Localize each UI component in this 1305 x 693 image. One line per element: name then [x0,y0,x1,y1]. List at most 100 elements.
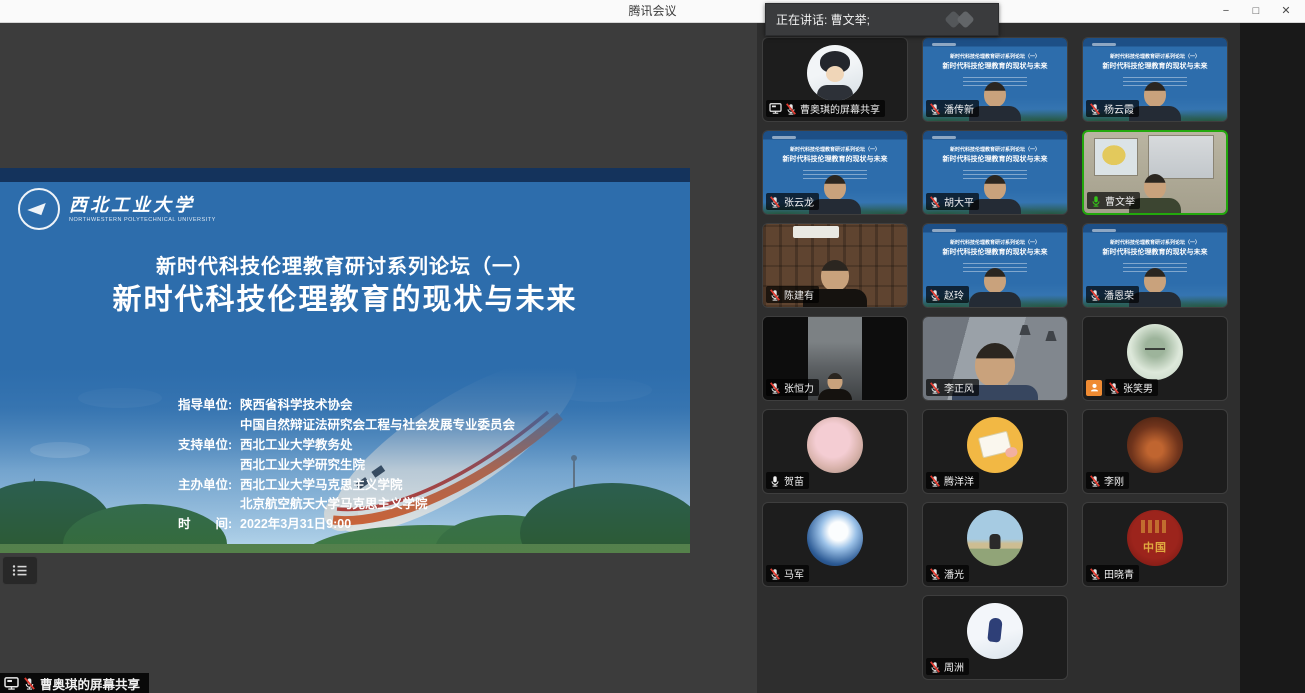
slide-info: 指导单位:陕西省科学技术协会中国自然辩证法研究会工程与社会发展专业委员会支持单位… [178,394,515,533]
participant-tile[interactable]: 张笑男 [1082,316,1228,401]
slide-top-band [0,168,690,182]
name-label: 张云龙 [766,193,819,210]
annotation-list-button[interactable] [2,556,38,585]
participant-name: 潘恩荣 [1104,287,1134,302]
name-label: 潘光 [926,565,969,582]
participant-name: 曹奥琪的屏幕共享 [800,101,880,116]
screen-share-icon [769,103,782,114]
slide-info-line: 中国自然辩证法研究会工程与社会发展专业委员会 [178,414,515,434]
participant-tile[interactable]: 曹奥琪的屏幕共享 [762,37,908,122]
participant-tile[interactable]: 陈建有 [762,223,908,308]
air-conditioner [793,226,839,238]
name-label: 杨云霞 [1086,100,1139,117]
name-label: 赵玲 [926,286,969,303]
window-title: 腾讯会议 [0,0,1305,22]
participant-tile[interactable]: 腾洋洋 [922,409,1068,494]
participant-tile[interactable]: 马军 [762,502,908,587]
name-label: 贺苗 [766,472,809,489]
participant-tile[interactable]: 新时代科技伦理教育研讨系列论坛（一）新时代科技伦理教育的现状与未来胡大平 [922,130,1068,215]
avatar [807,510,863,566]
participant-name: 潘光 [944,566,964,581]
avatar [807,45,863,101]
participant-name: 胡大平 [944,194,974,209]
meeting-logo-icon [940,10,986,30]
mic-muted-icon [929,196,941,208]
mic-muted-icon [23,677,36,690]
participant-tile[interactable]: 贺苗 [762,409,908,494]
mic-muted-icon [1089,289,1101,301]
tencent-meeting-window: { "window": { "title": "腾讯会议", "controls… [0,0,1305,693]
avatar [1127,324,1183,380]
participant-name: 贺苗 [784,473,804,488]
name-label: 田晓青 [1086,565,1139,582]
university-name-cn: 西北工业大学 [69,195,216,215]
mic-muted-icon [929,103,941,115]
slide-info-line: 时 间:2022年3月31日9:00 [178,513,515,533]
participant-tile[interactable]: 新时代科技伦理教育研讨系列论坛（一）新时代科技伦理教育的现状与未来潘恩荣 [1082,223,1228,308]
name-label: 曹奥琪的屏幕共享 [766,100,885,117]
participant-tile[interactable]: 新时代科技伦理教育研讨系列论坛（一）新时代科技伦理教育的现状与未来潘传新 [922,37,1068,122]
mic-on-icon [769,475,781,487]
participant-name: 潘传新 [944,101,974,116]
screen-share-status-label: 曹奥琪的屏幕共享 [0,673,149,693]
mic-muted-icon [929,661,941,673]
name-label: 马军 [766,565,809,582]
participant-name: 马军 [784,566,804,581]
mic-muted-icon [1089,568,1101,580]
participant-name: 李正风 [944,380,974,395]
participant-name: 腾洋洋 [944,473,974,488]
participant-name: 田晓青 [1104,566,1134,581]
participant-name: 张云龙 [784,194,814,209]
participant-name: 杨云霞 [1104,101,1134,116]
university-emblem-icon [18,188,60,230]
participant-name: 陈建有 [784,287,814,302]
participant-tile[interactable]: 李正风 [922,316,1068,401]
participant-tile[interactable]: 周洲 [922,595,1068,680]
name-label: 潘恩荣 [1086,286,1139,303]
participant-tile[interactable]: 新时代科技伦理教育研讨系列论坛（一）新时代科技伦理教育的现状与未来杨云霞 [1082,37,1228,122]
panel-dark-strip [1240,22,1305,693]
speaking-banner: 正在讲话: 曹文举; [765,3,999,36]
name-label: 李正风 [926,379,979,396]
avatar [967,510,1023,566]
university-logo: 西北工业大学 NORTHWESTERN POLYTECHNICAL UNIVER… [18,188,216,230]
participant-name: 周洲 [944,659,964,674]
participant-tile[interactable]: 新时代科技伦理教育研讨系列论坛（一）新时代科技伦理教育的现状与未来赵玲 [922,223,1068,308]
mic-on-icon [1090,195,1102,207]
name-label: 张恒力 [766,379,819,396]
close-button[interactable]: ✕ [1271,0,1301,22]
avatar: 中国 [1127,510,1183,566]
participant-name: 李刚 [1104,473,1124,488]
maximize-button[interactable]: □ [1241,0,1271,22]
participant-tile[interactable]: 曹文举 [1082,130,1228,215]
mic-muted-icon [769,196,781,208]
name-label: 周洲 [926,658,969,675]
presentation-slide: 西北工业大学 NORTHWESTERN POLYTECHNICAL UNIVER… [0,168,690,553]
participant-tile[interactable]: 张恒力 [762,316,908,401]
name-label: 曹文举 [1087,192,1140,209]
participant-panel: 曹奥琪的屏幕共享新时代科技伦理教育研讨系列论坛（一）新时代科技伦理教育的现状与未… [757,22,1305,693]
participant-name: 赵玲 [944,287,964,302]
mic-muted-icon [785,103,797,115]
slide-info-line: 西北工业大学研究生院 [178,453,515,473]
screen-share-icon [4,677,19,690]
person-badge [1086,380,1102,396]
minimize-button[interactable]: − [1211,0,1241,22]
world-map [1148,135,1214,179]
name-label: 陈建有 [766,286,819,303]
participant-name: 曹文举 [1105,193,1135,208]
avatar [807,417,863,473]
participant-tile[interactable]: 中国田晓青 [1082,502,1228,587]
screen-share-owner: 曹奥琪的屏幕共享 [40,674,140,693]
mic-muted-icon [769,568,781,580]
participant-tile[interactable]: 李刚 [1082,409,1228,494]
participant-tile[interactable]: 新时代科技伦理教育研讨系列论坛（一）新时代科技伦理教育的现状与未来张云龙 [762,130,908,215]
slide-info-line: 北京航空航天大学马克思主义学院 [178,493,515,513]
name-label: 胡大平 [926,193,979,210]
mic-muted-icon [929,475,941,487]
slide-title: 新时代科技伦理教育的现状与未来 [0,276,690,318]
participant-name: 张恒力 [784,380,814,395]
avatar [1127,417,1183,473]
window-controls: −□✕ [1211,0,1301,22]
participant-tile[interactable]: 潘光 [922,502,1068,587]
